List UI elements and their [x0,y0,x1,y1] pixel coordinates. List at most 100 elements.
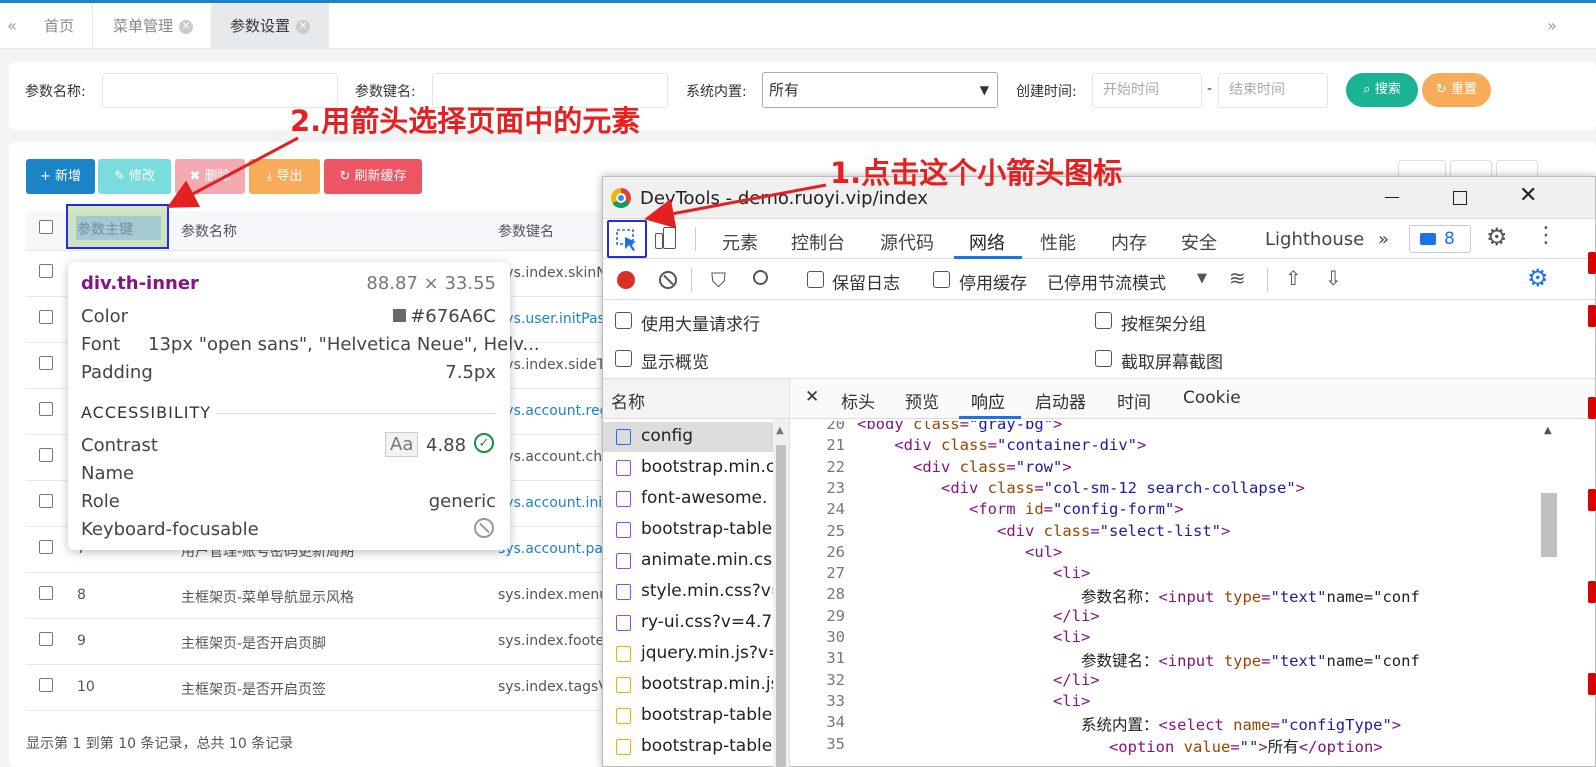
row-checkbox[interactable] [39,494,53,508]
tab-param-settings[interactable]: 参数设置 ✕ [212,3,330,49]
close-detail-icon[interactable]: ✕ [805,387,819,407]
cell-param-name: 主框架页-是否开启页签 [181,682,327,698]
tab-initiator[interactable]: 启动器 [1035,388,1086,413]
tab-home[interactable]: 首页 [26,3,94,49]
edit-button[interactable]: ✎ 修改 [98,159,171,194]
network-conditions-icon[interactable]: ≋ [1229,266,1246,290]
network-toolbar: ⛉ 保留日志 停用缓存 已停用节流模式 ▼ ≋ ⇧ ⇩ ⚙ [603,260,1595,300]
close-icon[interactable]: ✕ [1519,183,1537,208]
request-item[interactable]: bootstrap-table [603,701,773,731]
filter-icon[interactable]: ⛉ [711,268,726,292]
row-checkbox[interactable] [39,448,53,462]
minimize-icon[interactable] [1385,197,1399,198]
row-checkbox[interactable] [39,540,53,554]
network-settings-icon[interactable]: ⚙ [1527,264,1549,292]
row-checkbox[interactable] [39,264,53,278]
clear-icon[interactable] [659,271,677,289]
tab-elements[interactable]: 元素 [722,229,758,255]
maximize-icon[interactable] [1453,191,1467,205]
close-icon[interactable]: ✕ [296,19,311,34]
chevron-down-icon: ▼ [979,83,989,97]
tab-security[interactable]: 安全 [1181,229,1217,255]
row-checkbox[interactable] [39,310,53,324]
chevron-down-icon[interactable]: ▼ [1197,271,1207,286]
row-checkbox[interactable] [39,678,53,692]
tab-lighthouse[interactable]: Lighthouse [1265,229,1364,250]
tab-response[interactable]: 响应 [971,388,1005,413]
export-button[interactable]: ⤓ 导出 [249,159,320,194]
disable-cache-checkbox[interactable] [933,271,950,288]
import-icon[interactable]: ⇧ [1285,266,1302,290]
request-item[interactable]: ry-ui.css?v=4.7.3 [603,608,773,638]
tab-menu-manage[interactable]: 菜单管理 ✕ [95,3,213,49]
add-button[interactable]: + 新增 [26,159,95,194]
cell-param-key[interactable]: sys.account.init [498,495,608,511]
reset-button[interactable]: ↻ 重置 [1422,73,1491,107]
preserve-log-checkbox[interactable] [807,271,824,288]
tooltip-accessibility-heading: ACCESSIBILITY [81,403,212,422]
tab-console[interactable]: 控制台 [791,229,845,255]
stylesheet-icon [616,460,631,476]
request-name: bootstrap-table [641,519,773,539]
tab-timing[interactable]: 时间 [1117,388,1151,413]
cell-param-key: sys.account.chc [498,449,610,465]
device-toolbar-icon[interactable] [655,227,677,251]
header-param-name[interactable]: 参数名称 [181,221,237,241]
request-item[interactable]: bootstrap-table [603,515,773,545]
settings-gear-icon[interactable]: ⚙ [1486,223,1508,251]
request-item[interactable]: animate.min.css [603,546,773,576]
show-overview-checkbox[interactable] [615,350,632,367]
request-item[interactable]: style.min.css?v= [603,577,773,607]
row-checkbox[interactable] [39,632,53,646]
row-checkbox[interactable] [39,356,53,370]
capture-screenshots-checkbox[interactable] [1095,350,1112,367]
group-by-frame-checkbox[interactable] [1095,312,1112,329]
cell-param-key[interactable]: sys.account.reg [498,403,609,419]
request-list-scrollbar[interactable]: ▲ [773,419,789,767]
header-param-key[interactable]: 参数键名 [498,221,554,241]
request-item[interactable]: config [603,422,773,452]
request-item[interactable]: font-awesome. [603,484,773,514]
messages-badge[interactable]: 8 [1409,225,1471,253]
tab-headers[interactable]: 标头 [841,388,875,413]
start-time-input[interactable]: 开始时间 [1092,73,1202,108]
tab-network[interactable]: 网络 [969,229,1005,255]
color-swatch [393,309,407,322]
tabs-prev-icon[interactable]: « [0,3,24,49]
request-item[interactable]: bootstrap-table [603,732,773,762]
request-item[interactable]: bootstrap.min.c [603,453,773,483]
cell-param-key[interactable]: sys.user.initPas [498,311,605,327]
row-checkbox[interactable] [39,402,53,416]
more-tabs-icon[interactable]: » [1378,229,1389,250]
refresh-cache-button[interactable]: ↻ 刷新缓存 [324,159,422,194]
active-tab-indicator [954,256,1022,259]
search-icon[interactable] [753,270,768,285]
tab-cookie[interactable]: Cookie [1183,388,1241,408]
line-number: 31 [826,649,845,668]
cell-param-key[interactable]: sys.account.pa [498,541,603,557]
request-item[interactable]: bootstrap.min.js [603,670,773,700]
record-icon[interactable] [617,271,635,289]
tab-sources[interactable]: 源代码 [880,229,934,255]
end-time-input[interactable]: 结束时间 [1218,73,1328,108]
throttling-select[interactable]: 已停用节流模式 [1047,269,1166,294]
tab-preview[interactable]: 预览 [905,388,939,413]
tab-performance[interactable]: 性能 [1040,229,1076,255]
close-icon[interactable]: ✕ [179,19,194,34]
search-button[interactable]: ⌕ 搜索 [1346,73,1418,107]
tab-memory[interactable]: 内存 [1111,229,1147,255]
name-column-header[interactable]: 名称 [603,379,789,419]
delete-button[interactable]: ✖ 删除 [175,159,245,194]
more-options-icon[interactable]: ⋮ [1535,223,1557,248]
export-icon[interactable]: ⇩ [1325,266,1342,290]
row-checkbox[interactable] [39,586,53,600]
system-builtin-select[interactable]: 所有 ▼ [762,72,998,108]
request-item[interactable]: jquery.min.js?v= [603,639,773,669]
highlighted-header-param-id[interactable]: 参数主键 [66,204,169,249]
inspect-element-icon[interactable] [607,220,647,258]
code-text: <div class="select-list"> [996,521,1231,540]
response-scrollbar[interactable]: ▲ [1541,421,1557,767]
tabs-next-icon[interactable]: » [1540,3,1564,49]
select-all-checkbox[interactable] [39,220,53,234]
big-rows-checkbox[interactable] [615,312,632,329]
